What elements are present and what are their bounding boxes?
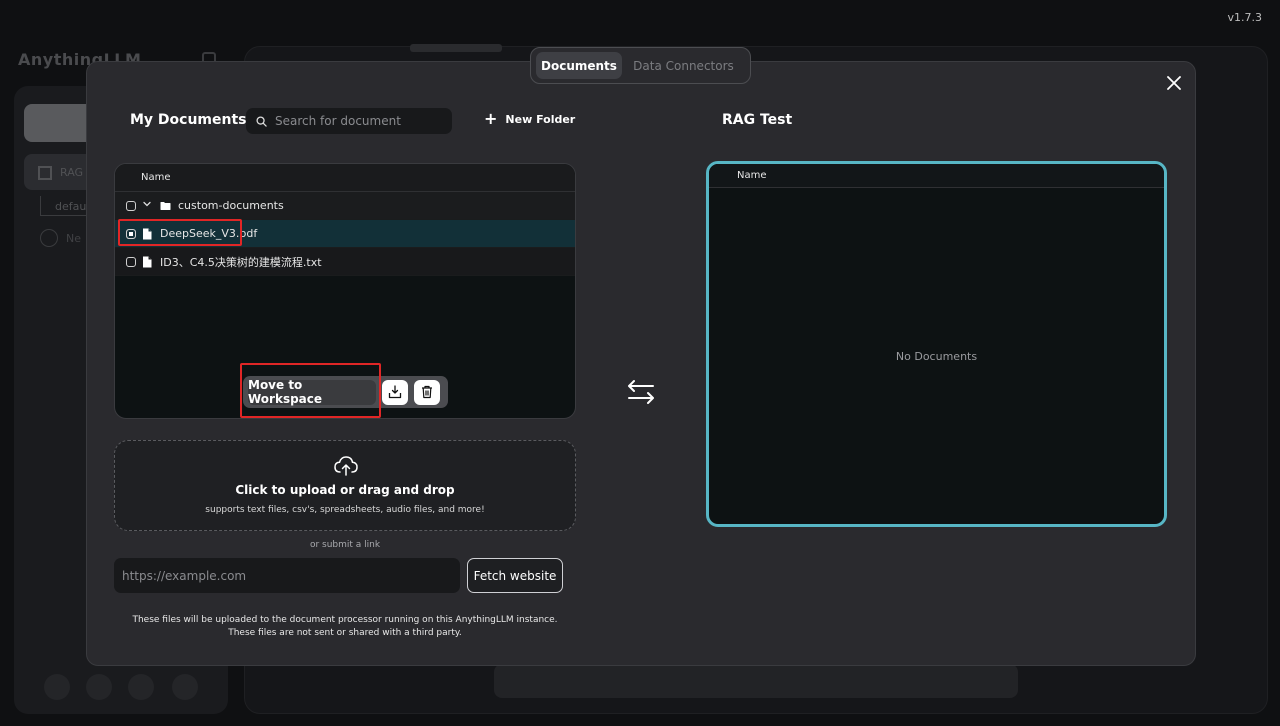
version-label: v1.7.3	[1227, 11, 1263, 24]
workspace-grid-icon	[38, 166, 52, 180]
settings-wrench-icon	[172, 674, 198, 700]
file-row[interactable]: DeepSeek_V3.pdf	[115, 220, 575, 248]
swap-arrows-icon	[628, 380, 654, 404]
empty-state-text: No Documents	[895, 350, 978, 363]
folder-name: custom-documents	[178, 199, 284, 212]
trash-icon	[422, 385, 432, 399]
or-submit-link-label: or submit a link	[309, 540, 381, 550]
privacy-note-line1: These files will be uploaded to the docu…	[132, 615, 558, 625]
tray-download-icon	[388, 385, 402, 399]
file-checkbox[interactable]	[126, 228, 136, 239]
modal-tabs: Documents Data Connectors	[530, 47, 751, 84]
folder-icon	[160, 201, 172, 211]
upload-subtitle: supports text files, csv's, spreadsheets…	[205, 505, 485, 515]
column-header-name: Name	[115, 164, 575, 192]
new-thread-icon	[40, 229, 58, 247]
new-thread-label: Ne	[66, 232, 81, 245]
chat-top-message	[410, 44, 502, 52]
file-icon	[142, 228, 154, 240]
file-name: DeepSeek_V3.pdf	[160, 227, 258, 240]
discord-icon	[128, 674, 154, 700]
privacy-note: These files will be uploaded to the docu…	[114, 614, 576, 640]
sidebar-workspace-label: RAG	[60, 166, 84, 179]
close-icon	[1167, 76, 1181, 90]
workspace-documents-list[interactable]: Name No Documents	[706, 161, 1167, 527]
close-modal-button[interactable]	[1164, 73, 1184, 93]
url-input[interactable]	[114, 558, 460, 593]
selection-action-bar: Move to Workspace	[243, 376, 448, 408]
plus-icon: +	[484, 109, 498, 128]
workspace-title: RAG Test	[722, 112, 793, 128]
new-folder-label: New Folder	[505, 112, 576, 126]
move-to-folder-button[interactable]	[382, 379, 408, 405]
chevron-down-icon[interactable]	[142, 199, 154, 212]
move-to-workspace-button[interactable]: Move to Workspace	[248, 378, 376, 406]
search-icon	[256, 115, 267, 127]
folder-row[interactable]: custom-documents	[115, 192, 575, 220]
upload-dropzone[interactable]: Click to upload or drag and drop support…	[114, 440, 576, 531]
docs-icon	[86, 674, 112, 700]
file-name: ID3、C4.5决策树的建模流程.txt	[160, 255, 322, 269]
search-input[interactable]	[275, 114, 445, 128]
file-checkbox[interactable]	[126, 256, 136, 267]
cloud-upload-icon	[334, 456, 358, 476]
tab-documents[interactable]: Documents	[536, 52, 622, 79]
delete-button[interactable]	[414, 379, 440, 405]
tab-data-connectors[interactable]: Data Connectors	[622, 52, 745, 79]
workspace-column-header-name: Name	[709, 164, 1164, 188]
chat-input-bar	[494, 664, 1018, 698]
upload-title: Click to upload or drag and drop	[235, 483, 455, 497]
app-root: v1.7.3 AnythingLLM RAG defau Ne Document…	[0, 0, 1280, 726]
fetch-website-button[interactable]: Fetch website	[467, 558, 563, 593]
privacy-note-line2: These files are not sent or shared with …	[228, 628, 462, 638]
new-folder-button[interactable]: + New Folder	[484, 109, 576, 128]
file-icon	[142, 256, 154, 268]
my-documents-title: My Documents	[130, 112, 247, 128]
folder-checkbox[interactable]	[126, 200, 136, 211]
document-search[interactable]	[246, 108, 452, 134]
file-row[interactable]: ID3、C4.5决策树的建模流程.txt	[115, 248, 575, 276]
community-icon	[44, 674, 70, 700]
